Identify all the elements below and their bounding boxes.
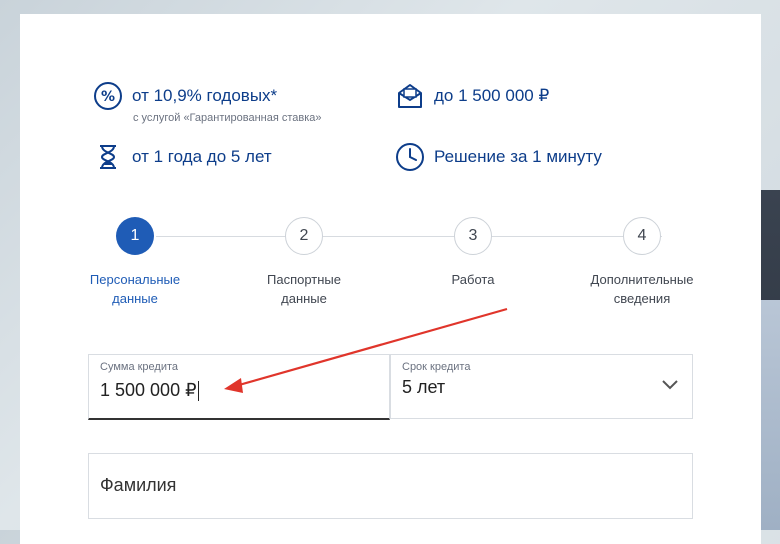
stepper-line — [156, 236, 662, 237]
feature-decision: Решение за 1 минуту — [394, 141, 602, 173]
step-4-circle[interactable]: 4 — [623, 217, 661, 255]
clock-icon — [394, 141, 426, 173]
step-2-label[interactable]: Паспортные данные — [234, 270, 374, 308]
step-4-label-line1: Дополнительные — [590, 272, 694, 287]
step-3-label-line1: Работа — [451, 272, 495, 287]
step-3-label[interactable]: Работа — [403, 270, 543, 289]
feature-rate-text: от 10,9% годовых* — [132, 86, 278, 105]
svg-text:%: % — [101, 89, 115, 105]
loan-term-value: 5 лет — [402, 377, 446, 397]
step-1-label[interactable]: Персональные данные — [65, 270, 205, 308]
step-2-label-line2: данные — [281, 291, 327, 306]
loan-term-select[interactable]: Срок кредита 5 лет — [390, 354, 693, 419]
step-1-label-line2: данные — [112, 291, 158, 306]
loan-term-label: Срок кредита — [402, 361, 471, 373]
loan-form-card: % от 10,9% годовых* с услугой «Гарантиро… — [20, 14, 761, 544]
step-2-circle[interactable]: 2 — [285, 217, 323, 255]
wallet-icon — [394, 80, 426, 112]
text-caret — [197, 381, 199, 402]
step-2-label-line1: Паспортные — [267, 272, 341, 287]
step-1-circle[interactable]: 1 — [116, 217, 154, 255]
hourglass-icon — [92, 141, 124, 173]
loan-amount-value: 1 500 000 ₽ — [100, 380, 197, 400]
loan-amount-input[interactable]: 1 500 000 ₽ — [100, 380, 199, 402]
surname-placeholder: Фамилия — [100, 475, 177, 495]
chevron-down-icon[interactable] — [662, 377, 678, 395]
loan-amount-field[interactable]: Сумма кредита 1 500 000 ₽ — [88, 354, 390, 420]
step-4-label[interactable]: Дополнительные сведения — [572, 270, 712, 308]
step-3-circle[interactable]: 3 — [454, 217, 492, 255]
step-4-label-line2: сведения — [613, 291, 671, 306]
feature-rate-subtext: с услугой «Гарантированная ставка» — [133, 112, 322, 124]
feature-rate: % от 10,9% годовых* — [92, 80, 277, 112]
feature-term-text: от 1 года до 5 лет — [132, 147, 272, 166]
loan-amount-label: Сумма кредита — [100, 361, 179, 373]
feature-decision-text: Решение за 1 минуту — [434, 147, 602, 166]
percent-icon: % — [92, 80, 124, 112]
step-1-label-line1: Персональные — [89, 272, 181, 287]
feature-amount-text: до 1 500 000 ₽ — [434, 86, 550, 105]
surname-field[interactable]: Фамилия — [88, 453, 693, 519]
feature-term: от 1 года до 5 лет — [92, 141, 272, 173]
feature-amount: до 1 500 000 ₽ — [394, 80, 549, 112]
